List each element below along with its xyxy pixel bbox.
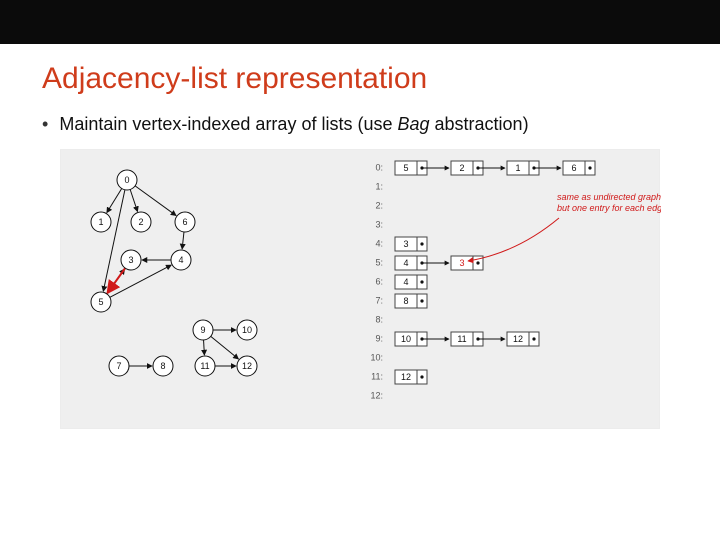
bullet-text-suffix: abstraction)	[430, 114, 529, 134]
svg-text:8: 8	[160, 361, 165, 371]
svg-text:7:: 7:	[375, 295, 383, 305]
top-bar	[0, 0, 720, 44]
svg-text:12: 12	[401, 372, 411, 382]
bullet-text-prefix: Maintain vertex-indexed array of lists (…	[59, 114, 397, 134]
svg-text:3: 3	[128, 255, 133, 265]
svg-text:same as undirected graph,: same as undirected graph,	[557, 192, 661, 202]
svg-text:3: 3	[403, 239, 408, 249]
svg-text:5:: 5:	[375, 257, 383, 267]
svg-text:1: 1	[515, 163, 520, 173]
svg-text:1:: 1:	[375, 181, 383, 191]
slide-body: Adjacency-list representation • Maintain…	[0, 44, 720, 429]
svg-text:10: 10	[242, 325, 252, 335]
svg-text:3: 3	[459, 258, 464, 268]
svg-text:4: 4	[403, 258, 408, 268]
svg-text:1: 1	[98, 217, 103, 227]
svg-text:4:: 4:	[375, 238, 383, 248]
svg-text:3:: 3:	[375, 219, 383, 229]
graph-area: 0123456789101112	[79, 160, 339, 420]
svg-text:12: 12	[513, 334, 523, 344]
slide-title: Adjacency-list representation	[42, 62, 678, 96]
svg-text:12: 12	[242, 361, 252, 371]
svg-text:0:: 0:	[375, 162, 383, 172]
svg-text:10: 10	[401, 334, 411, 344]
svg-text:11: 11	[200, 361, 209, 371]
figure-panel: 0123456789101112 0:52161:2:3:4:35:436:47…	[60, 149, 660, 429]
svg-text:6:: 6:	[375, 276, 383, 286]
svg-text:11: 11	[457, 334, 466, 344]
svg-text:9:: 9:	[375, 333, 383, 343]
svg-text:8: 8	[403, 296, 408, 306]
bullet-line: • Maintain vertex-indexed array of lists…	[42, 114, 678, 135]
svg-text:7: 7	[116, 361, 121, 371]
svg-text:but one entry for each edge: but one entry for each edge	[557, 203, 661, 213]
svg-text:6: 6	[571, 163, 576, 173]
svg-text:9: 9	[200, 325, 205, 335]
svg-text:4: 4	[403, 277, 408, 287]
svg-text:4: 4	[178, 255, 183, 265]
bullet-bag-word: Bag	[397, 114, 429, 134]
svg-text:2: 2	[459, 163, 464, 173]
bullet-dot: •	[42, 114, 48, 134]
svg-text:12:: 12:	[370, 390, 383, 400]
svg-text:6: 6	[182, 217, 187, 227]
svg-text:5: 5	[403, 163, 408, 173]
adjacency-area: 0: 5 2 1 6 1: 2: 3: 4: 3 5: 4 3 6: 4 7: 8 8: 9: 10 11 12 10: 11…	[361, 158, 661, 420]
svg-text:8:: 8:	[375, 314, 383, 324]
svg-text:2: 2	[138, 217, 143, 227]
svg-text:5: 5	[98, 297, 103, 307]
svg-text:10:: 10:	[370, 352, 383, 362]
svg-text:2:: 2:	[375, 200, 383, 210]
svg-text:0: 0	[124, 175, 129, 185]
svg-text:11:: 11:	[371, 371, 383, 381]
